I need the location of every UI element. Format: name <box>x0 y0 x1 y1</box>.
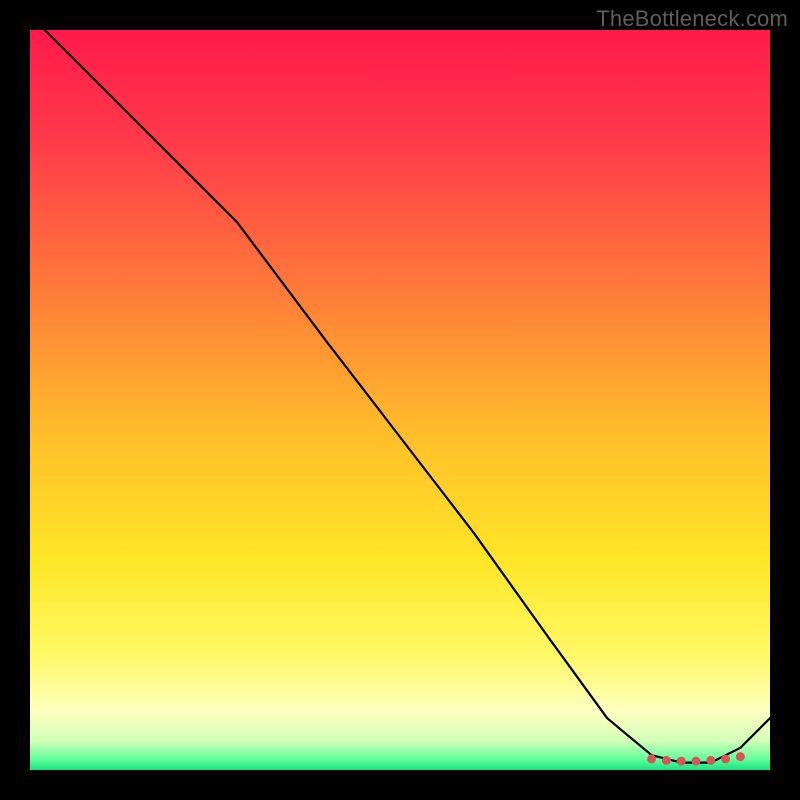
marker-dot <box>692 757 701 766</box>
chart-background <box>30 30 770 770</box>
chart-frame: TheBottleneck.com <box>0 0 800 800</box>
marker-dot <box>721 754 730 763</box>
watermark-label: TheBottleneck.com <box>596 6 788 32</box>
marker-dot <box>736 752 745 761</box>
chart-svg <box>30 30 770 770</box>
marker-dot <box>706 756 715 765</box>
marker-dot <box>647 754 656 763</box>
marker-dot <box>677 757 686 766</box>
marker-dot <box>662 756 671 765</box>
chart-plot-area <box>30 30 770 770</box>
